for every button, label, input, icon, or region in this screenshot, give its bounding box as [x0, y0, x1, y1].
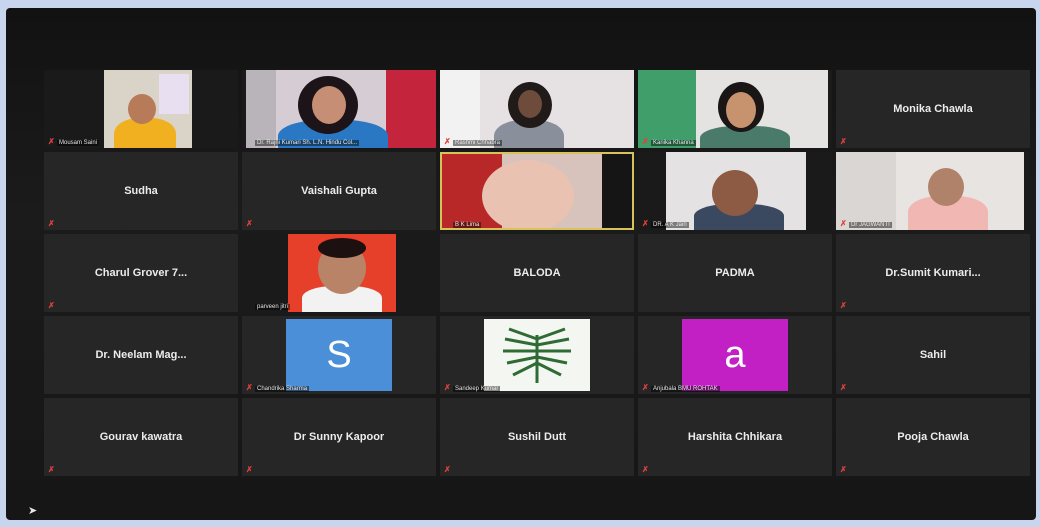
participant-name: Dr Sunny Kapoor	[293, 431, 385, 443]
profile-avatar: S	[286, 319, 392, 391]
muted-mic-icon: ✗	[642, 219, 649, 228]
participant-name: Kanika Khanna	[651, 140, 696, 146]
participant-tile[interactable]: BALODA	[440, 234, 634, 312]
mouse-pointer-icon: ➤	[28, 505, 38, 517]
participant-tile[interactable]: Sushil Dutt ✗	[440, 398, 634, 476]
avatar-letter: a	[724, 333, 746, 376]
participant-tile[interactable]: Harshita Chhikara ✗	[638, 398, 832, 476]
participant-name: Rashmi Chhabra	[453, 140, 503, 146]
participant-tile[interactable]: Dr Sunny Kapoor ✗	[242, 398, 436, 476]
participant-name: Harshita Chhikara	[687, 431, 783, 443]
monitor-screen: ✗ Mousam Saini Dr. Rajni Kumari Sh. L.N.…	[6, 8, 1036, 520]
muted-mic-icon: ✗	[840, 301, 847, 310]
participant-name: Sandeep Kumar	[453, 386, 501, 392]
palm-leaf-icon	[503, 327, 571, 383]
participant-tile[interactable]: S ✗ Chandrika Sharma	[242, 316, 436, 394]
muted-mic-icon: ✗	[246, 465, 253, 474]
participant-tile[interactable]: parveen jitri	[242, 234, 436, 312]
participant-tile[interactable]: ✗ Sandeep Kumar	[440, 316, 634, 394]
participant-name: Sushil Dutt	[507, 431, 567, 443]
muted-mic-icon: ✗	[840, 137, 847, 146]
participant-name: Gourav kawatra	[99, 431, 183, 443]
participant-tile[interactable]: Sahil ✗	[836, 316, 1030, 394]
muted-mic-icon: ✗	[48, 137, 55, 146]
active-speaker-tile[interactable]: B K Lima	[440, 152, 634, 230]
participant-name: Sudha	[124, 185, 158, 197]
participant-name: Vaishali Gupta	[301, 185, 377, 197]
muted-mic-icon: ✗	[48, 301, 55, 310]
participant-tile[interactable]: Monika Chawla ✗	[836, 70, 1030, 148]
muted-mic-icon: ✗	[444, 383, 451, 392]
participant-name: BALODA	[513, 267, 561, 279]
participant-name: Chandrika Sharma	[255, 386, 310, 392]
muted-mic-icon: ✗	[642, 465, 649, 474]
participant-tile[interactable]: Pooja Chawla ✗	[836, 398, 1030, 476]
participant-name: Anjubala BMU ROHTAK	[651, 386, 720, 392]
muted-mic-icon: ✗	[840, 219, 847, 228]
video-feed	[104, 70, 192, 148]
participant-name: Dr. Rajni Kumari Sh. L.N. Hindu Col...	[255, 140, 360, 146]
participant-tile[interactable]: Dr. Rajni Kumari Sh. L.N. Hindu Col...	[242, 70, 436, 148]
participant-name: PADMA	[715, 267, 755, 279]
participant-name: Charul Grover 7...	[94, 267, 188, 279]
muted-mic-icon: ✗	[48, 465, 55, 474]
participant-tile[interactable]: ✗ Mousam Saini	[44, 70, 238, 148]
muted-mic-icon: ✗	[444, 465, 451, 474]
participant-tile[interactable]: Vaishali Gupta ✗	[242, 152, 436, 230]
participant-tile[interactable]: Dr. Neelam Mag...	[44, 316, 238, 394]
muted-mic-icon: ✗	[642, 383, 649, 392]
participant-tile[interactable]: ✗ Rashmi Chhabra	[440, 70, 634, 148]
participant-tile[interactable]: Sudha ✗	[44, 152, 238, 230]
muted-mic-icon: ✗	[48, 219, 55, 228]
participant-name: Monika Chawla	[893, 103, 973, 115]
video-feed	[638, 70, 828, 148]
participant-name: B K Lima	[453, 222, 482, 228]
muted-mic-icon: ✗	[246, 219, 253, 228]
video-feed	[836, 152, 1024, 230]
palm-leaf-avatar	[484, 319, 590, 391]
video-feed	[288, 234, 396, 312]
participant-name: Mousam Saini	[57, 140, 100, 146]
profile-avatar: a	[682, 319, 788, 391]
participant-name: Dr. Neelam Mag...	[95, 349, 187, 361]
video-feed	[666, 152, 806, 230]
participant-name: Sahil	[919, 349, 947, 361]
muted-mic-icon: ✗	[246, 383, 253, 392]
participant-tile[interactable]: PADMA	[638, 234, 832, 312]
gallery-view: ✗ Mousam Saini Dr. Rajni Kumari Sh. L.N.…	[44, 70, 1030, 476]
participant-tile[interactable]: ✗ Kanika Khanna	[638, 70, 832, 148]
participant-tile[interactable]: Charul Grover 7... ✗	[44, 234, 238, 312]
participant-tile[interactable]: ✗ Dr JAGWANTI	[836, 152, 1030, 230]
participant-name: Dr.Sumit Kumari...	[885, 267, 981, 279]
video-feed	[442, 154, 632, 228]
muted-mic-icon: ✗	[642, 137, 649, 146]
participant-tile[interactable]: ✗ DR. A K Jain	[638, 152, 832, 230]
participant-name: Pooja Chawla	[897, 431, 969, 443]
muted-mic-icon: ✗	[444, 137, 451, 146]
participant-tile[interactable]: Gourav kawatra ✗	[44, 398, 238, 476]
avatar-letter: S	[326, 333, 352, 376]
muted-mic-icon: ✗	[840, 383, 847, 392]
participant-tile[interactable]: Dr.Sumit Kumari... ✗	[836, 234, 1030, 312]
participant-name: parveen jitri	[255, 304, 291, 310]
participant-name: Dr JAGWANTI	[849, 222, 892, 228]
video-feed	[440, 70, 634, 148]
video-feed	[246, 70, 436, 148]
participant-name: DR. A K Jain	[651, 222, 689, 228]
participant-tile[interactable]: a ✗ Anjubala BMU ROHTAK	[638, 316, 832, 394]
muted-mic-icon: ✗	[840, 465, 847, 474]
